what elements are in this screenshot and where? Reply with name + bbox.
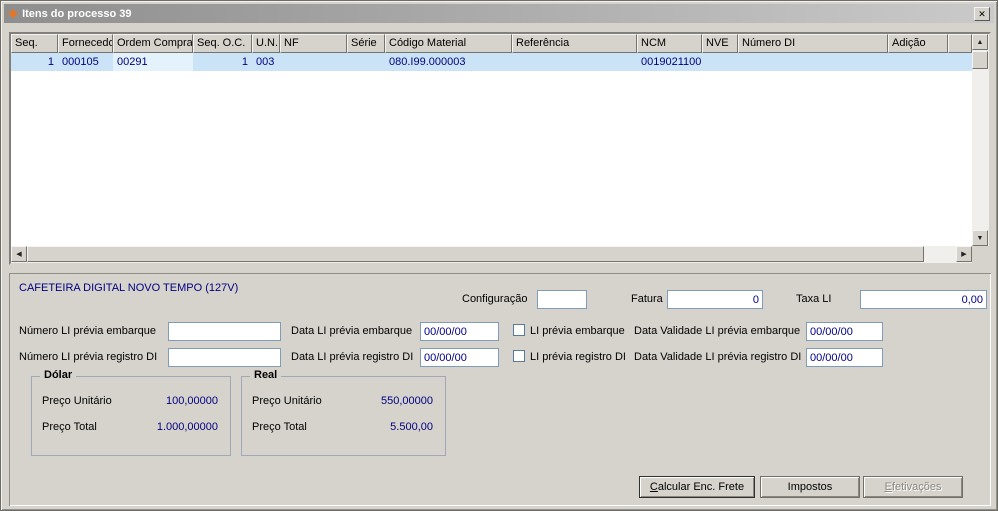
calcular-enc-frete-label: Calcular Enc. Frete — [649, 481, 745, 493]
dolar-preco-unitario-value: 100,00000 — [166, 395, 218, 407]
li-previa-registro-checkbox-label: LI prévia registro DI — [530, 351, 626, 363]
li-previa-embarque-checkbox-label: LI prévia embarque — [530, 325, 625, 337]
grid-cell[interactable]: 080.I99.000003 — [385, 53, 512, 71]
grid-column-header[interactable]: Fornecedor — [58, 34, 113, 53]
configuracao-label: Configuração — [462, 293, 528, 305]
data-validade-li-registro-input[interactable] — [806, 348, 883, 367]
real-group-title: Real — [250, 369, 282, 381]
grid-column-header[interactable]: U.N. — [252, 34, 280, 53]
grid-header-row: Seq. Fornecedor Ordem Compra Seq. O.C. U.N. N… — [11, 34, 972, 53]
data-li-registro-input[interactable] — [420, 348, 499, 367]
grid-cell[interactable] — [347, 53, 385, 71]
grid-column-header[interactable]: Seq. O.C. — [193, 34, 252, 53]
real-preco-unitario-value: 550,00000 — [381, 395, 433, 407]
grid-column-header[interactable]: Ordem Compra — [113, 34, 193, 53]
scrollbar-corner — [972, 246, 989, 263]
scroll-up-icon[interactable]: ▲ — [972, 34, 988, 50]
titlebar: ✱ Itens do processo 39 ✕ — [4, 4, 994, 23]
fatura-label: Fatura — [631, 293, 663, 305]
grid-cell[interactable]: 1 — [193, 53, 252, 71]
grid-cell[interactable] — [512, 53, 637, 71]
horizontal-scrollbar[interactable]: ◀ ▶ — [11, 246, 972, 263]
li-previa-registro-checkbox[interactable] — [513, 350, 525, 362]
grid-cell[interactable]: 1 — [11, 53, 58, 71]
dolar-preco-unitario-label: Preço Unitário — [42, 395, 112, 407]
taxa-li-input[interactable] — [860, 290, 987, 309]
data-validade-li-embarque-label: Data Validade LI prévia embarque — [634, 325, 801, 337]
grid-cell[interactable]: 0019021100 — [637, 53, 702, 71]
grid-column-header[interactable]: Referência — [512, 34, 637, 53]
calcular-enc-frete-button[interactable]: Calcular Enc. Frete — [639, 476, 755, 498]
numero-li-registro-input[interactable] — [168, 348, 281, 367]
grid-cell[interactable] — [702, 53, 738, 71]
dolar-groupbox: Dólar Preço Unitário 100,00000 Preço Tot… — [31, 369, 231, 456]
scroll-down-icon[interactable]: ▼ — [972, 230, 988, 246]
numero-li-registro-label: Número LI prévia registro DI — [19, 351, 158, 363]
dolar-preco-total-label: Preço Total — [42, 421, 97, 433]
real-preco-total-value: 5.500,00 — [390, 421, 433, 433]
fatura-input[interactable] — [667, 290, 763, 309]
real-groupbox: Real Preço Unitário 550,00000 Preço Tota… — [241, 369, 446, 456]
vertical-scrollbar[interactable]: ▲ ▼ — [972, 34, 989, 246]
app-icon: ✱ — [8, 6, 19, 21]
impostos-button[interactable]: Impostos — [760, 476, 860, 498]
data-li-registro-label: Data LI prévia registro DI — [291, 351, 414, 363]
horizontal-scroll-thumb[interactable] — [27, 246, 924, 262]
numero-li-embarque-input[interactable] — [168, 322, 281, 341]
grid-column-header[interactable]: Número DI — [738, 34, 888, 53]
grid-cell[interactable] — [888, 53, 948, 71]
li-previa-embarque-checkbox[interactable] — [513, 324, 525, 336]
grid-row[interactable]: 1 000105 00291 1 003 080.I99.000003 0019021100 — [11, 53, 972, 71]
items-process-dialog: ✱ Itens do processo 39 ✕ Seq. Fornecedor O… — [0, 0, 998, 511]
grid-column-header[interactable]: Seq. — [11, 34, 58, 53]
grid-cell[interactable] — [280, 53, 347, 71]
grid-cell[interactable]: 003 — [252, 53, 280, 71]
dolar-group-title: Dólar — [40, 369, 77, 381]
data-validade-li-registro-label: Data Validade LI prévia registro DI — [634, 351, 802, 363]
grid-cell[interactable]: 000105 — [58, 53, 113, 71]
items-grid: Seq. Fornecedor Ordem Compra Seq. O.C. U.N. N… — [9, 32, 991, 265]
grid-column-header[interactable]: NF — [280, 34, 347, 53]
product-name: CAFETEIRA DIGITAL NOVO TEMPO (127V) — [19, 282, 239, 294]
window-title: Itens do processo 39 — [22, 7, 132, 20]
vertical-scroll-thumb[interactable] — [972, 51, 988, 69]
taxa-li-label: Taxa LI — [796, 293, 832, 305]
data-li-embarque-input[interactable] — [420, 322, 499, 341]
efetivacoes-button: Efetivações — [863, 476, 963, 498]
grid-column-header[interactable]: NVE — [702, 34, 738, 53]
grid-column-header[interactable]: Série — [347, 34, 385, 53]
grid-column-header[interactable]: Adição — [888, 34, 948, 53]
data-li-embarque-label: Data LI prévia embarque — [291, 325, 413, 337]
scroll-right-icon[interactable]: ▶ — [956, 246, 972, 262]
grid-cell[interactable]: 00291 — [113, 53, 193, 71]
dolar-preco-total-value: 1.000,00000 — [156, 421, 218, 433]
impostos-label: Impostos — [787, 481, 833, 493]
grid-body: 1 000105 00291 1 003 080.I99.000003 0019021100 — [11, 53, 972, 246]
real-preco-total-label: Preço Total — [252, 421, 307, 433]
real-preco-unitario-label: Preço Unitário — [252, 395, 322, 407]
close-icon[interactable]: ✕ — [974, 6, 990, 21]
grid-cell[interactable] — [738, 53, 888, 71]
detail-panel: CAFETEIRA DIGITAL NOVO TEMPO (127V) Conf… — [9, 273, 991, 506]
scroll-left-icon[interactable]: ◀ — [11, 246, 27, 262]
configuracao-input[interactable] — [537, 290, 587, 309]
grid-column-header[interactable]: NCM — [637, 34, 702, 53]
efetivacoes-label: Efetivações — [884, 481, 942, 493]
numero-li-embarque-label: Número LI prévia embarque — [19, 325, 156, 337]
grid-column-header[interactable]: Código Material — [385, 34, 512, 53]
grid-column-header-filler — [948, 34, 972, 53]
data-validade-li-embarque-input[interactable] — [806, 322, 883, 341]
